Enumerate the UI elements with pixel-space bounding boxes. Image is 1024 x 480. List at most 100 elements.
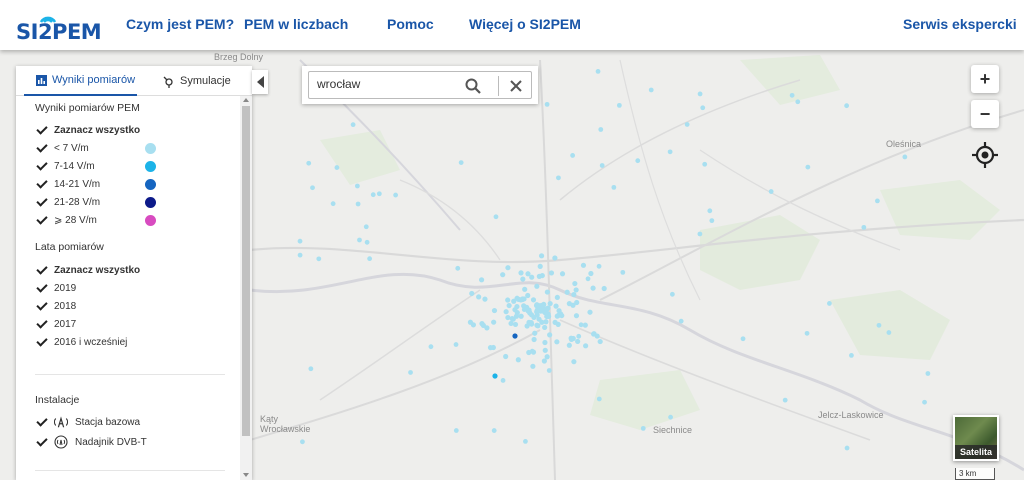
measurement-point[interactable] — [534, 302, 540, 308]
scroll-up-icon[interactable] — [243, 98, 249, 102]
measurement-point[interactable] — [534, 322, 540, 328]
measurement-point[interactable] — [596, 396, 602, 402]
measurement-point[interactable] — [505, 297, 511, 303]
measurement-point[interactable] — [455, 265, 461, 271]
measurement-point[interactable] — [709, 218, 715, 224]
measurement-point[interactable] — [493, 214, 499, 220]
measurement-point[interactable] — [559, 271, 566, 277]
measurement-point[interactable] — [827, 301, 832, 306]
measurement-point[interactable] — [531, 336, 537, 343]
measurement-point[interactable] — [588, 270, 594, 277]
measurement-point[interactable] — [566, 342, 572, 348]
checkbox-range[interactable]: 14-21 V/m — [35, 176, 165, 192]
measurement-point[interactable] — [482, 296, 488, 302]
measurement-point[interactable] — [354, 183, 360, 189]
search-icon[interactable] — [465, 78, 481, 94]
measurement-point[interactable] — [553, 303, 559, 309]
scroll-down-icon[interactable] — [243, 473, 249, 477]
measurement-point[interactable] — [874, 198, 880, 204]
measurement-point[interactable] — [476, 294, 482, 300]
measurement-point[interactable] — [576, 333, 582, 339]
checkbox[interactable] — [35, 177, 49, 191]
measurement-point[interactable] — [585, 276, 591, 282]
measurement-point[interactable] — [310, 185, 315, 191]
checkbox[interactable] — [35, 263, 49, 277]
measurement-point[interactable] — [521, 296, 527, 302]
checkbox[interactable] — [35, 415, 49, 429]
measurement-point[interactable] — [357, 237, 362, 243]
measurement-point[interactable] — [480, 322, 486, 328]
measurement-point[interactable] — [582, 322, 588, 328]
measurement-point[interactable] — [363, 224, 369, 230]
measurement-point[interactable] — [547, 300, 553, 307]
measurement-point[interactable] — [570, 153, 576, 158]
checkbox[interactable] — [35, 335, 49, 349]
measurement-point[interactable] — [667, 149, 673, 155]
measurement-point[interactable] — [648, 87, 654, 93]
measurement-point[interactable] — [546, 368, 552, 373]
measurement-point[interactable] — [795, 99, 801, 105]
checkbox-range[interactable]: 7-14 V/m — [35, 158, 165, 174]
measurement-point[interactable] — [543, 319, 549, 325]
measurement-point[interactable] — [573, 287, 579, 293]
measurement-point[interactable] — [530, 297, 537, 303]
measurement-point[interactable] — [370, 192, 376, 198]
nav-what-is-pem[interactable]: Czym jest PEM? — [126, 16, 234, 32]
collapse-panel-button[interactable] — [252, 70, 268, 94]
checkbox-select-all-ranges[interactable]: Zaznacz wszystko — [35, 122, 140, 138]
checkbox[interactable] — [35, 123, 49, 137]
checkbox[interactable] — [35, 317, 49, 331]
measurement-point[interactable] — [512, 321, 519, 328]
measurement-point[interactable] — [668, 414, 673, 420]
measurement-point[interactable] — [308, 366, 314, 372]
checkbox-year[interactable]: 2019 — [35, 280, 76, 296]
checkbox[interactable] — [35, 435, 49, 449]
measurement-point[interactable] — [552, 255, 558, 261]
measurement-point[interactable] — [505, 265, 511, 271]
checkbox-range[interactable]: < 7 V/m — [35, 140, 165, 156]
measurement-point[interactable] — [505, 314, 511, 321]
measurement-point[interactable] — [542, 309, 548, 316]
measurement-point[interactable] — [548, 270, 555, 276]
measurement-point[interactable] — [789, 92, 795, 98]
checkbox[interactable] — [35, 159, 49, 173]
zoom-in-button[interactable]: + — [971, 65, 999, 93]
measurement-point[interactable] — [707, 208, 713, 214]
measurement-point[interactable] — [611, 184, 617, 190]
measurement-point[interactable] — [590, 285, 596, 291]
measurement-point[interactable] — [514, 295, 520, 301]
nav-more-about-si2pem[interactable]: Więcej o SI2PEM — [469, 16, 581, 32]
measurement-point[interactable] — [453, 428, 459, 433]
measurement-point[interactable] — [876, 322, 882, 328]
measurement-point[interactable] — [542, 324, 548, 331]
measurement-point[interactable] — [512, 333, 518, 339]
nav-expert-service[interactable]: Serwis ekspercki — [903, 16, 1017, 32]
measurement-point[interactable] — [544, 354, 550, 360]
checkbox-year[interactable]: 2016 i wcześniej — [35, 334, 127, 350]
si2pem-logo[interactable]: SI2PEM — [16, 6, 102, 46]
measurement-point[interactable] — [512, 307, 518, 313]
measurement-point[interactable] — [458, 160, 464, 166]
measurement-point[interactable] — [844, 103, 850, 109]
measurement-point[interactable] — [684, 122, 690, 127]
measurement-point[interactable] — [491, 428, 497, 433]
measurement-point[interactable] — [804, 330, 810, 336]
measurement-point[interactable] — [886, 330, 892, 335]
search-input[interactable] — [317, 77, 457, 91]
locate-me-icon[interactable] — [971, 141, 999, 169]
measurement-point[interactable] — [595, 69, 601, 74]
checkbox[interactable] — [35, 213, 49, 227]
checkbox-installation[interactable]: Nadajnik DVB-T — [35, 434, 147, 450]
measurement-point[interactable] — [552, 319, 558, 325]
checkbox[interactable] — [35, 281, 49, 295]
measurement-point[interactable] — [506, 302, 512, 309]
measurement-point[interactable] — [578, 322, 584, 328]
measurement-point[interactable] — [520, 276, 526, 282]
measurement-point[interactable] — [544, 101, 550, 107]
measurement-point[interactable] — [575, 338, 581, 345]
measurement-point[interactable] — [350, 122, 356, 128]
measurement-point[interactable] — [844, 445, 850, 451]
measurement-point[interactable] — [849, 352, 854, 358]
measurement-point[interactable] — [587, 309, 593, 315]
measurement-point[interactable] — [428, 344, 434, 350]
